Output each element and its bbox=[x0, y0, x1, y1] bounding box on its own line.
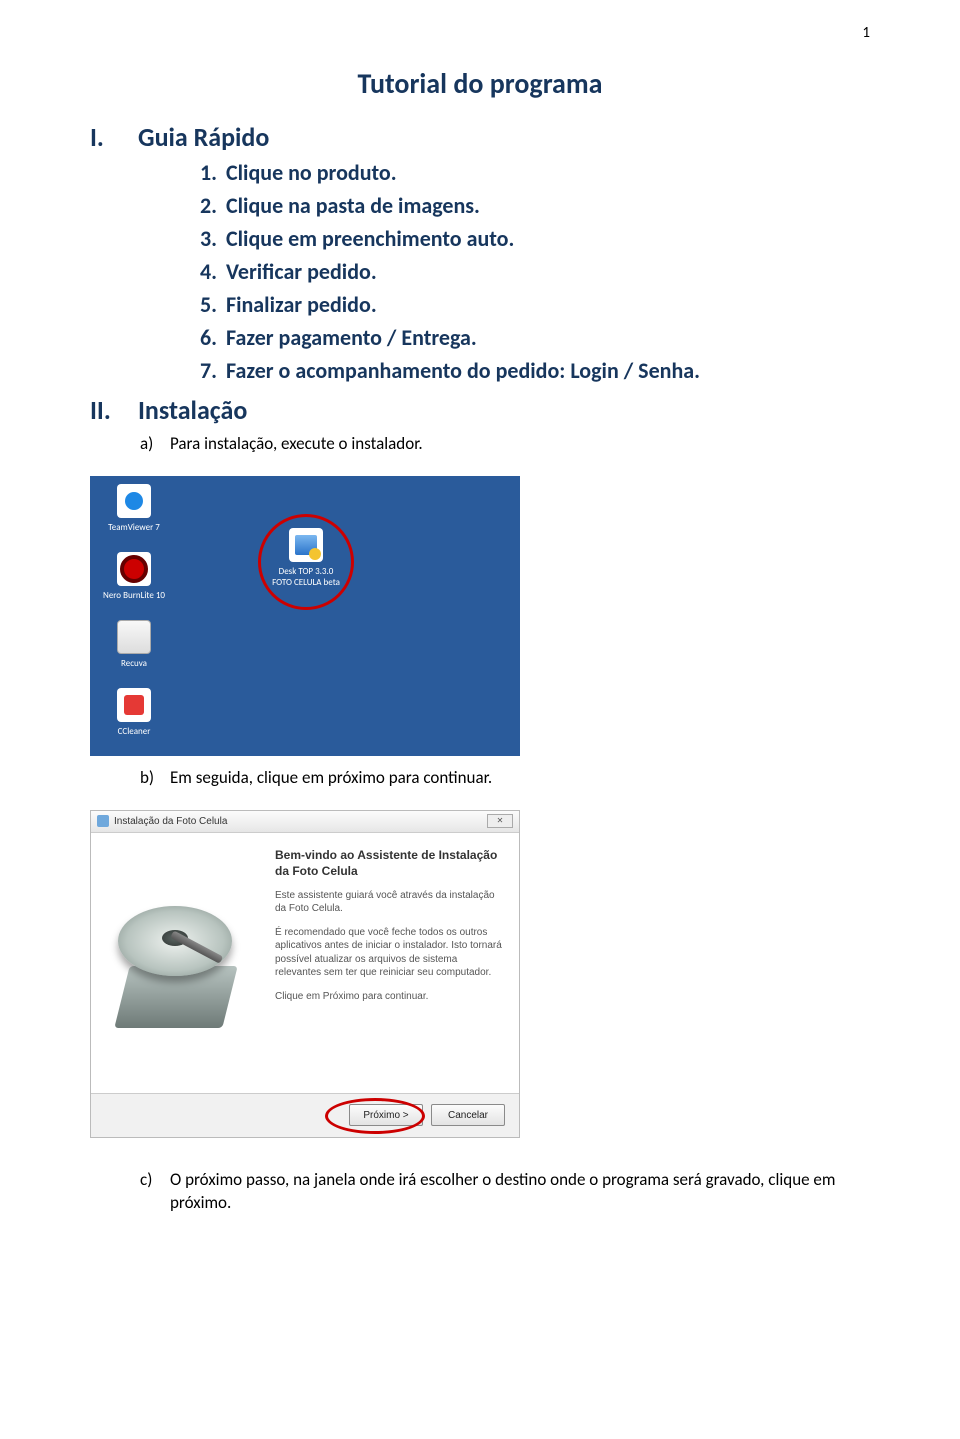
cancel-button[interactable]: Cancelar bbox=[431, 1104, 505, 1126]
step-a: a) Para instalação, execute o instalador… bbox=[140, 432, 870, 456]
list-item: 2.Clique na pasta de imagens. bbox=[200, 192, 870, 219]
section-roman: I. bbox=[90, 121, 118, 153]
list-item: 5.Finalizar pedido. bbox=[200, 291, 870, 318]
highlight-circle bbox=[258, 514, 354, 610]
list-item: 3.Clique em preenchimento auto. bbox=[200, 225, 870, 252]
recuva-icon bbox=[117, 620, 151, 654]
installer-heading: Bem-vindo ao Assistente de Instalação da… bbox=[275, 847, 503, 879]
step-c: c) O próximo passo, na janela onde irá e… bbox=[140, 1168, 870, 1216]
installer-banner bbox=[91, 833, 261, 1093]
teamviewer-icon bbox=[117, 484, 151, 518]
installer-footer: Próximo > Cancelar bbox=[91, 1093, 519, 1137]
nero-icon bbox=[117, 552, 151, 586]
desktop-icon-ccleaner[interactable]: CCleaner bbox=[94, 688, 174, 737]
section-label: Guia Rápido bbox=[138, 121, 269, 153]
page-number: 1 bbox=[862, 24, 870, 42]
desktop-icon-nero[interactable]: Nero BurnLite 10 bbox=[94, 552, 174, 601]
icon-label: Nero BurnLite 10 bbox=[94, 590, 174, 601]
icon-label: TeamViewer 7 bbox=[94, 522, 174, 533]
installer-text-panel: Bem-vindo ao Assistente de Instalação da… bbox=[261, 833, 519, 1093]
installer-paragraph: É recomendado que você feche todos os ou… bbox=[275, 926, 503, 980]
desktop-icon-recuva[interactable]: Recuva bbox=[94, 620, 174, 669]
window-titlebar: Instalação da Foto Celula ✕ bbox=[91, 811, 519, 833]
step-b: b) Em seguida, clique em próximo para co… bbox=[140, 766, 870, 790]
window-icon bbox=[97, 815, 109, 827]
section-instalacao: II. Instalação bbox=[90, 394, 870, 426]
page-title: Tutorial do programa bbox=[90, 66, 870, 101]
list-item: 7.Fazer o acompanhamento do pedido: Logi… bbox=[200, 357, 870, 384]
ccleaner-icon bbox=[117, 688, 151, 722]
instalacao-steps: b) Em seguida, clique em próximo para co… bbox=[140, 766, 870, 790]
highlight-oval bbox=[325, 1098, 425, 1134]
installer-paragraph: Clique em Próximo para continuar. bbox=[275, 990, 503, 1004]
window-close-button[interactable]: ✕ bbox=[487, 814, 513, 828]
section-roman: II. bbox=[90, 394, 118, 426]
installer-screenshot: Instalação da Foto Celula ✕ Bem-vindo ao… bbox=[90, 810, 520, 1138]
list-item: 6.Fazer pagamento / Entrega. bbox=[200, 324, 870, 351]
desktop-icon-teamviewer[interactable]: TeamViewer 7 bbox=[94, 484, 174, 533]
instalacao-steps: a) Para instalação, execute o instalador… bbox=[140, 432, 870, 456]
window-title: Instalação da Foto Celula bbox=[114, 816, 227, 827]
desktop-screenshot: TeamViewer 7 Nero BurnLite 10 Recuva CCl… bbox=[90, 476, 520, 756]
list-item: 1.Clique no produto. bbox=[200, 159, 870, 186]
icon-label: Recuva bbox=[94, 658, 174, 669]
guia-rapido-list: 1.Clique no produto. 2.Clique na pasta d… bbox=[200, 159, 870, 384]
icon-label: CCleaner bbox=[94, 726, 174, 737]
section-label: Instalação bbox=[138, 394, 247, 426]
harddrive-icon bbox=[112, 898, 240, 1028]
installer-paragraph: Este assistente guiará você através da i… bbox=[275, 889, 503, 916]
section-guia-rapido: I. Guia Rápido bbox=[90, 121, 870, 153]
instalacao-steps: c) O próximo passo, na janela onde irá e… bbox=[140, 1168, 870, 1216]
list-item: 4.Verificar pedido. bbox=[200, 258, 870, 285]
